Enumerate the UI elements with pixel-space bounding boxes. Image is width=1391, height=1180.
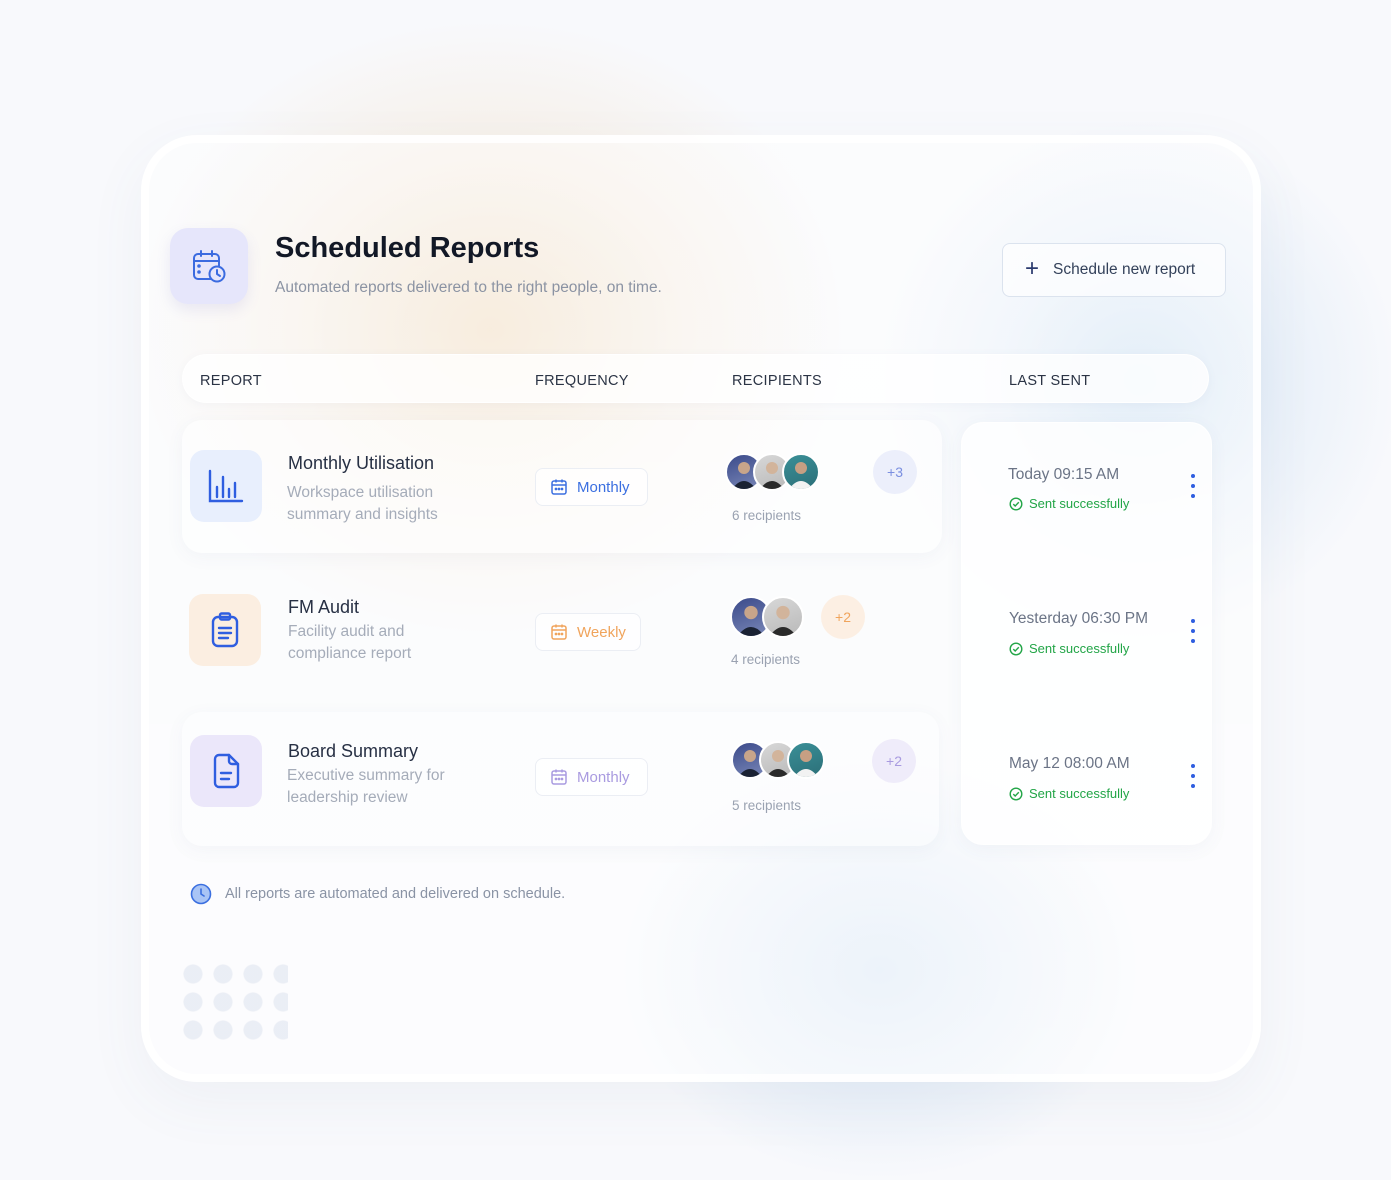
schedule-button-label: Schedule new report bbox=[1053, 261, 1196, 278]
recipient-count: 5 recipients bbox=[732, 798, 802, 813]
frequency-badge[interactable]: Weekly bbox=[535, 613, 641, 651]
check-circle-icon bbox=[1009, 496, 1023, 511]
check-circle-icon bbox=[1009, 786, 1023, 801]
frequency-label: Monthly bbox=[577, 768, 630, 786]
plus-icon: + bbox=[1025, 254, 1040, 282]
calendar-clock-icon bbox=[170, 228, 248, 304]
frequency-label: Weekly bbox=[577, 623, 626, 641]
status-badge: Sent successfully bbox=[1009, 786, 1129, 801]
check-circle-icon bbox=[1009, 641, 1023, 656]
page-subtitle: Automated reports delivered to the right… bbox=[275, 279, 662, 296]
report-description: Facility audit and compliance report bbox=[288, 623, 412, 662]
document-icon bbox=[190, 735, 262, 807]
column-header-frequency: FREQUENCY bbox=[535, 373, 629, 389]
report-description: Workspace utilisation summary and insight… bbox=[287, 484, 438, 523]
footer-note: All reports are automated and delivered … bbox=[190, 883, 565, 905]
more-options-icon[interactable] bbox=[1183, 474, 1203, 498]
calendar-icon bbox=[551, 769, 567, 785]
report-name: Monthly Utilisation bbox=[288, 453, 435, 473]
more-options-icon[interactable] bbox=[1183, 619, 1203, 643]
page-title: Scheduled Reports bbox=[275, 232, 540, 264]
frequency-badge[interactable]: Monthly bbox=[535, 758, 648, 796]
more-recipients-badge[interactable]: +2 bbox=[872, 739, 916, 783]
status-badge: Sent successfully bbox=[1009, 496, 1129, 511]
clipboard-icon bbox=[189, 594, 261, 666]
clock-icon bbox=[190, 883, 212, 905]
calendar-icon bbox=[551, 479, 567, 495]
recipient-count: 4 recipients bbox=[731, 652, 801, 667]
calendar-icon bbox=[551, 624, 567, 640]
last-sent-time: Yesterday 06:30 PM bbox=[1009, 610, 1149, 627]
avatar bbox=[787, 741, 825, 779]
more-options-icon[interactable] bbox=[1183, 764, 1203, 788]
frequency-badge[interactable]: Monthly bbox=[535, 468, 648, 506]
decorative-dot-grid bbox=[178, 960, 288, 1040]
report-name: FM Audit bbox=[288, 597, 360, 617]
more-recipients-badge[interactable]: +3 bbox=[873, 450, 917, 494]
avatar bbox=[762, 596, 804, 638]
table-header: REPORT FREQUENCY RECIPIENTS LAST SENT bbox=[182, 354, 1209, 403]
status-badge: Sent successfully bbox=[1009, 641, 1129, 656]
column-header-last-sent: LAST SENT bbox=[1009, 373, 1091, 389]
column-header-recipients: RECIPIENTS bbox=[732, 373, 823, 389]
last-sent-time: May 12 08:00 AM bbox=[1009, 755, 1130, 772]
more-recipients-badge[interactable]: +2 bbox=[821, 595, 865, 639]
report-description: Executive summary for leadership review bbox=[287, 767, 445, 806]
frequency-label: Monthly bbox=[577, 478, 630, 496]
column-header-report: REPORT bbox=[200, 373, 262, 389]
schedule-new-report-button[interactable]: + Schedule new report bbox=[1002, 243, 1226, 297]
report-name: Board Summary bbox=[288, 741, 419, 761]
avatar bbox=[782, 453, 820, 491]
bar-chart-icon bbox=[190, 450, 262, 522]
last-sent-panel bbox=[961, 422, 1212, 845]
recipient-count: 6 recipients bbox=[732, 508, 802, 523]
last-sent-time: Today 09:15 AM bbox=[1008, 466, 1120, 483]
